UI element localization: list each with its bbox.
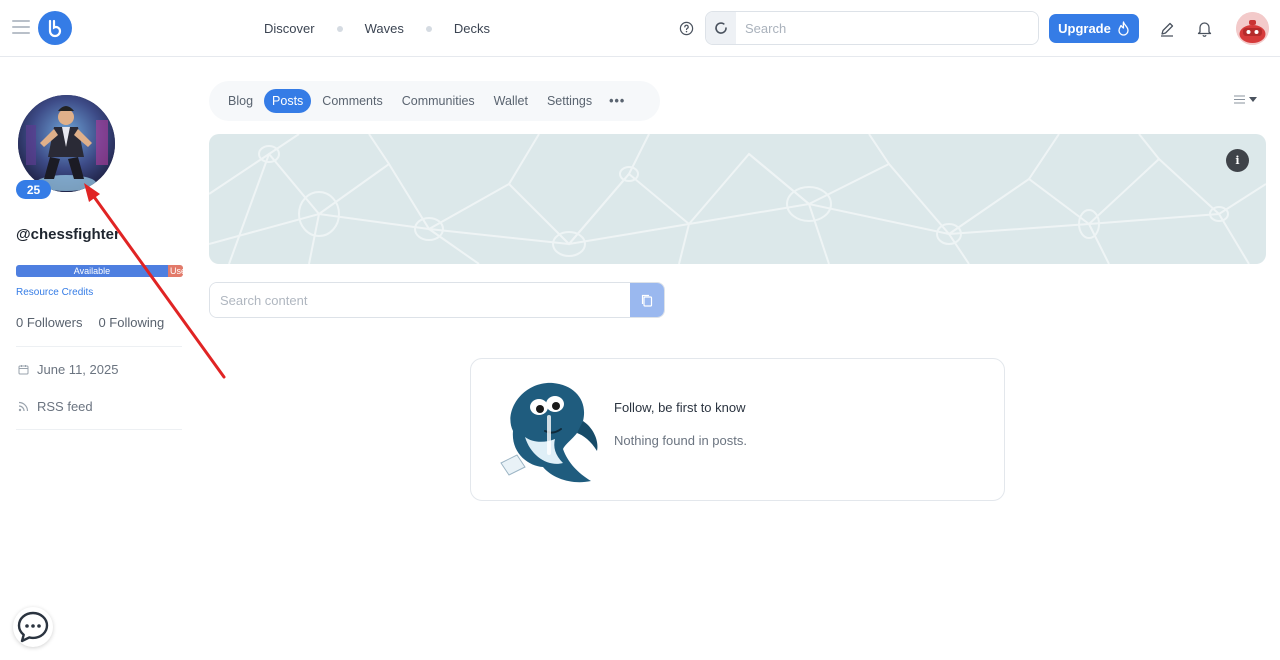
profile-avatar <box>18 95 115 192</box>
menu-icon[interactable] <box>12 20 30 34</box>
caret-down-icon <box>1249 97 1257 102</box>
resource-credits-bar: Available Used <box>16 265 183 277</box>
follow-stats: 0 Followers 0 Following <box>16 315 164 330</box>
empty-state-title: Follow, be first to know <box>614 400 746 415</box>
content-search-input[interactable] <box>210 283 630 317</box>
rss-label: RSS feed <box>37 399 93 414</box>
nav-separator <box>336 25 343 32</box>
tab-posts[interactable]: Posts <box>264 89 312 113</box>
upgrade-button[interactable]: Upgrade <box>1049 14 1139 43</box>
nav-decks[interactable]: Decks <box>454 21 490 36</box>
tab-comments[interactable]: Comments <box>314 89 390 113</box>
divider <box>16 429 182 430</box>
joined-date: June 11, 2025 <box>18 362 118 377</box>
joined-date-text: June 11, 2025 <box>37 362 119 377</box>
empty-state-subtitle: Nothing found in posts. <box>614 433 747 448</box>
chat-icon <box>17 611 49 643</box>
view-mode-toggle[interactable] <box>1234 95 1257 104</box>
logo-icon[interactable] <box>38 11 72 45</box>
nav-separator <box>425 25 432 32</box>
bell-icon[interactable] <box>1197 20 1212 37</box>
tab-wallet[interactable]: Wallet <box>486 89 536 113</box>
profile-tabs: Blog Posts Comments Communities Wallet S… <box>209 81 660 121</box>
nav-discover[interactable]: Discover <box>264 21 315 36</box>
rss-icon <box>18 401 29 412</box>
more-tabs-button[interactable]: ••• <box>609 94 625 108</box>
cover-info-button[interactable]: i <box>1226 149 1249 172</box>
loading-icon <box>706 12 736 44</box>
calendar-icon <box>18 365 29 375</box>
nav-waves[interactable]: Waves <box>365 21 404 36</box>
copy-button[interactable] <box>630 283 664 317</box>
upgrade-label: Upgrade <box>1058 21 1111 36</box>
help-icon[interactable] <box>679 21 694 36</box>
profile-username: @chessfighter <box>16 226 120 243</box>
resource-credits-link[interactable]: Resource Credits <box>16 287 93 298</box>
main-nav: Discover Waves Decks <box>264 21 490 36</box>
rc-used: Used <box>167 265 183 277</box>
empty-state-card: Follow, be first to know Nothing found i… <box>470 358 1005 501</box>
divider <box>16 346 182 347</box>
rss-link[interactable]: RSS feed <box>18 399 93 414</box>
chat-button[interactable] <box>13 607 53 647</box>
profile-cover <box>209 134 1266 264</box>
tab-settings[interactable]: Settings <box>539 89 600 113</box>
content-search-bar <box>209 282 665 318</box>
tab-communities[interactable]: Communities <box>394 89 483 113</box>
reputation-badge: 25 <box>16 180 51 199</box>
tab-blog[interactable]: Blog <box>220 89 261 113</box>
list-icon <box>1234 95 1245 104</box>
dolphin-mascot-icon <box>500 382 598 483</box>
avatar[interactable] <box>1236 12 1269 45</box>
followers-link[interactable]: 0 Followers <box>16 315 82 330</box>
top-bar: Discover Waves Decks Upgrade <box>0 0 1280 57</box>
copy-icon <box>641 294 653 307</box>
following-link[interactable]: 0 Following <box>98 315 164 330</box>
rc-available: Available <box>16 265 168 277</box>
search-input[interactable] <box>736 12 1038 44</box>
fire-icon <box>1118 21 1129 36</box>
pencil-icon[interactable] <box>1159 21 1175 37</box>
search-bar <box>705 11 1039 45</box>
